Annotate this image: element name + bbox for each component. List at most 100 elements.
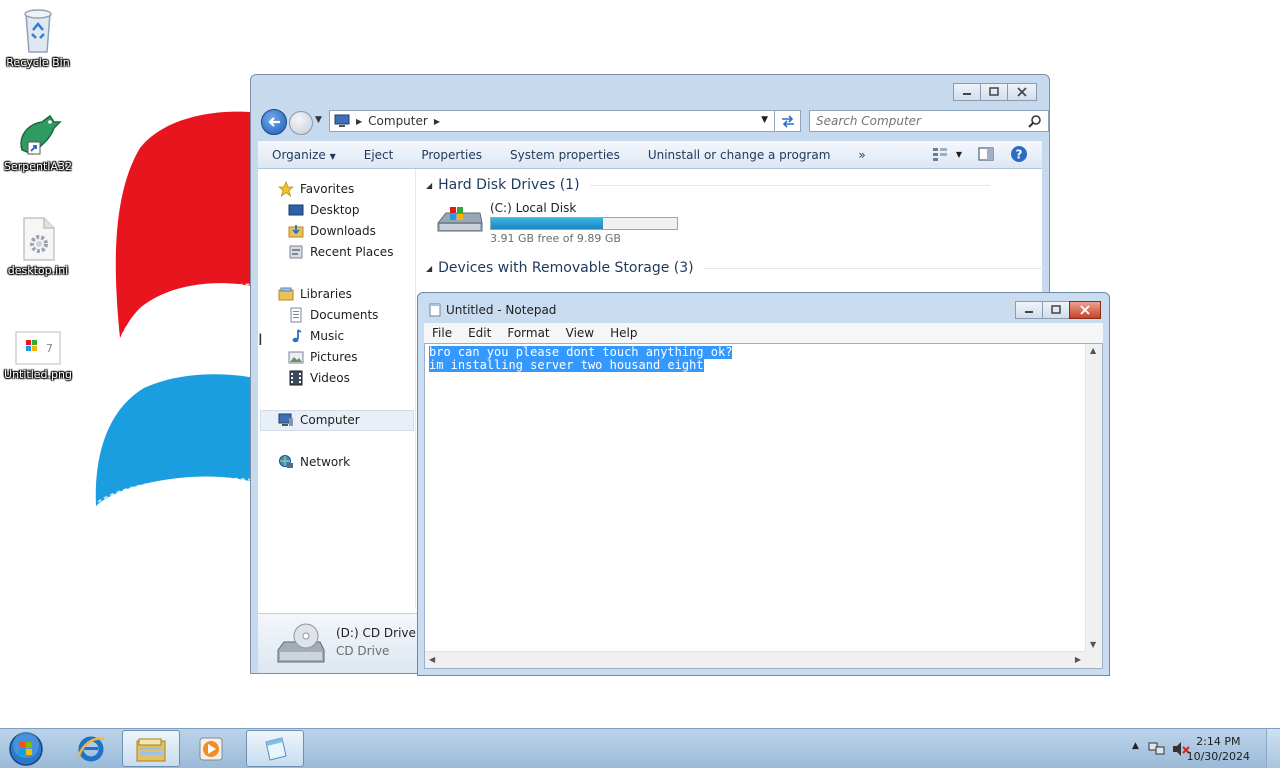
view-options-button[interactable]: ▼ [932,147,962,161]
notepad-title-bar: Untitled - Notepad [428,303,556,317]
breadcrumb-arrow-icon[interactable]: ▶ [356,117,362,126]
text-editor[interactable]: bro can you please dont touch anything o… [424,343,1103,669]
preview-pane-icon[interactable] [978,147,994,161]
settings-file-icon [23,217,55,261]
taskbar-media-player[interactable] [182,730,240,767]
scroll-down-icon[interactable]: ▼ [1090,640,1096,649]
nav-item-music[interactable]: Music [288,326,344,346]
window-controls [953,83,1037,101]
horizontal-scrollbar[interactable]: ◀ ▶ [425,651,1085,668]
desktop-icon-serpent[interactable]: SerpentIA32 [0,110,76,173]
pictures-icon [288,351,304,364]
taskbar-internet-explorer[interactable] [62,730,120,767]
uninstall-program-button[interactable]: Uninstall or change a program [634,148,845,162]
desktop-icon-recycle-bin[interactable]: Recycle Bin [0,6,76,69]
search-icon[interactable] [1028,114,1042,128]
nav-label: Desktop [310,203,360,217]
nav-item-favorites[interactable]: Favorites [278,179,354,199]
libraries-icon [278,287,294,301]
desktop-icon-untitled-png[interactable]: 7 Untitled.png [0,330,76,381]
taskbar: ▲ 2:14 PM 10/30/2024 [0,728,1280,768]
nav-label: Documents [310,308,379,322]
menu-help[interactable]: Help [602,326,645,340]
menu-view[interactable]: View [558,326,602,340]
scroll-left-icon[interactable]: ◀ [429,655,435,664]
minimize-icon [963,93,971,95]
eject-button[interactable]: Eject [350,148,408,162]
desktop-icon-label: desktop.ini [7,264,69,277]
nav-item-computer[interactable]: Computer [278,410,360,430]
minimize-button[interactable] [953,83,981,101]
chevron-down-icon: ▼ [329,151,336,161]
documents-icon [290,307,302,323]
resize-grip[interactable] [1085,651,1102,668]
clock[interactable]: 2:14 PM 10/30/2024 [1187,734,1250,764]
serpent-dragon-icon [20,114,62,155]
window-title: Untitled - Notepad [446,303,557,317]
windows-orb-icon [9,732,43,766]
help-icon[interactable]: ? [1010,145,1028,163]
address-bar[interactable]: ▶ Computer ▶ ▼ [329,110,775,132]
network-status-icon[interactable] [1148,741,1166,757]
drive-c-local-disk[interactable]: (C:) Local Disk 3.91 GB free of 9.89 GB [436,201,678,245]
vertical-scrollbar[interactable]: ▲ ▼ [1085,344,1102,651]
close-icon [1017,87,1027,97]
minimize-button[interactable] [1015,301,1043,319]
taskbar-windows-explorer[interactable] [122,730,180,767]
properties-button[interactable]: Properties [407,148,496,162]
address-dropdown-icon[interactable]: ▼ [761,115,768,125]
show-hidden-icons-button[interactable]: ▲ [1132,741,1139,751]
notepad-window: Untitled - Notepad File Edit Format View… [417,292,1110,676]
notepad-icon [429,303,441,317]
maximize-button[interactable] [980,83,1008,101]
desktop-icon-label: SerpentIA32 [3,160,73,173]
chevron-down-icon: ▼ [955,149,962,159]
drive-name: (C:) Local Disk [490,201,577,215]
close-button[interactable] [1007,83,1037,101]
network-icon [279,455,293,468]
close-icon [1080,305,1090,315]
nav-item-downloads[interactable]: Downloads [288,221,376,241]
menu-format[interactable]: Format [499,326,557,340]
group-header-removable[interactable]: ◢ Devices with Removable Storage (3) [426,260,1044,276]
view-icon [932,148,947,161]
close-button[interactable] [1069,301,1101,319]
organize-menu[interactable]: Organize ▼ [258,148,350,162]
nav-item-recent-places[interactable]: Recent Places [288,242,393,262]
more-commands-button[interactable]: » [844,148,879,162]
window-controls [1015,301,1101,319]
maximize-button[interactable] [1042,301,1070,319]
breadcrumb-computer[interactable]: Computer [368,114,428,128]
start-button[interactable] [4,730,48,768]
editor-text: bro can you please dont touch anything o… [429,346,733,372]
nav-item-desktop[interactable]: Desktop [288,200,360,220]
breadcrumb-arrow-icon[interactable]: ▶ [434,117,440,126]
address-row: ▼ ▶ Computer ▶ ▼ [259,109,1049,135]
nav-label: Downloads [310,224,376,238]
forward-button[interactable] [289,111,313,135]
show-desktop-button[interactable] [1266,729,1280,768]
clock-date: 10/30/2024 [1186,750,1250,763]
nav-item-libraries[interactable]: Libraries [278,284,352,304]
nav-label: Libraries [300,287,352,301]
back-button[interactable] [261,109,287,135]
menu-file[interactable]: File [424,326,460,340]
recent-pages-dropdown[interactable]: ▼ [315,115,322,125]
organize-label: Organize [272,147,326,162]
menu-edit[interactable]: Edit [460,326,499,340]
search-input[interactable] [810,111,1020,131]
taskbar-notepad[interactable] [246,730,304,767]
internet-explorer-icon [77,736,105,761]
scroll-right-icon[interactable]: ▶ [1075,655,1081,664]
scroll-up-icon[interactable]: ▲ [1090,346,1096,355]
nav-item-pictures[interactable]: Pictures [288,347,358,367]
refresh-button[interactable] [775,110,801,132]
system-properties-button[interactable]: System properties [496,148,634,162]
group-header-hard-disks[interactable]: ◢ Hard Disk Drives (1) [426,177,990,193]
nav-item-documents[interactable]: Documents [288,305,378,325]
desktop-icon-desktop-ini[interactable]: desktop.ini [0,216,76,277]
media-player-icon [199,737,223,760]
nav-item-network[interactable]: Network [278,452,350,472]
system-tray: ▲ 2:14 PM 10/30/2024 [1120,729,1280,768]
nav-item-videos[interactable]: Videos [288,368,350,388]
